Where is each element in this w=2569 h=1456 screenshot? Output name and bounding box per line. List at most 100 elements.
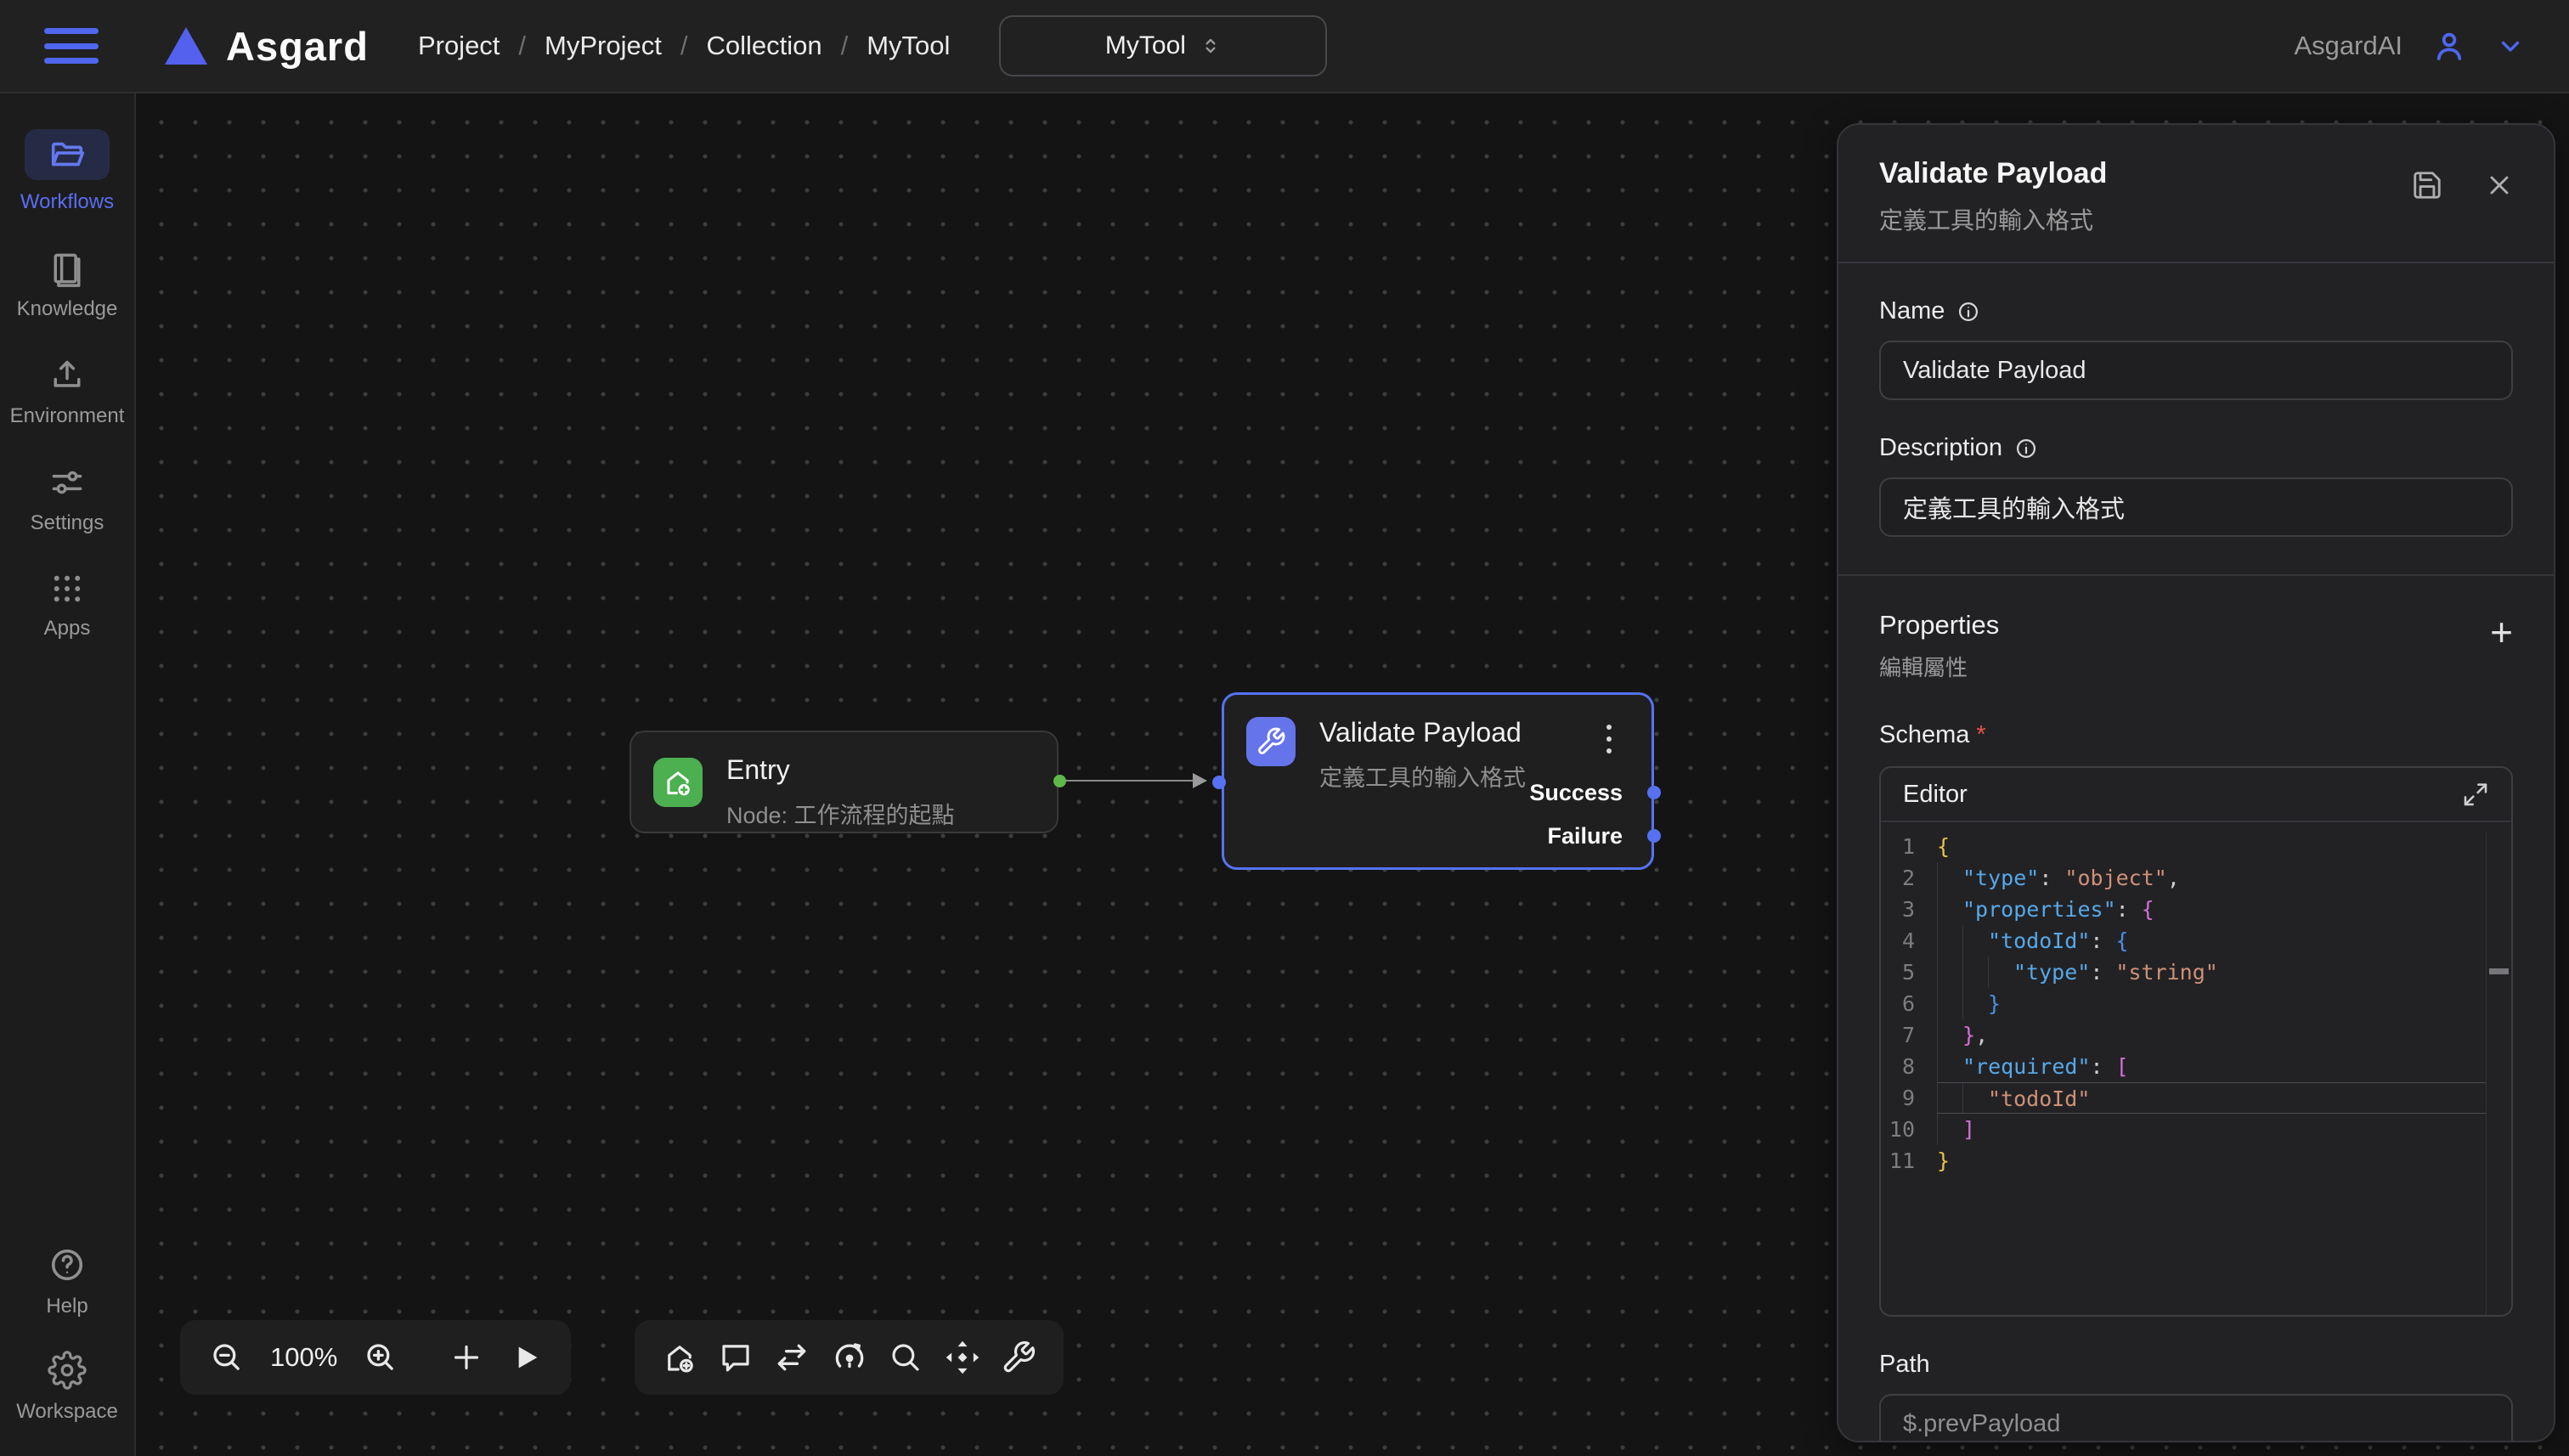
- sidebar-item-settings[interactable]: Settings: [3, 464, 131, 535]
- validate-node-icon: [1246, 717, 1296, 766]
- zoom-level[interactable]: 100%: [270, 1342, 337, 1373]
- schema-editor: Editor 1{2"type": "object",3"properties"…: [1879, 766, 2513, 1317]
- panel-body: Name Validate Payload Description 定義工具的輸…: [1838, 263, 2554, 1442]
- node-menu-kebab-icon[interactable]: [1592, 719, 1626, 759]
- properties-title: Properties: [1879, 610, 1999, 641]
- close-icon[interactable]: [2484, 170, 2515, 200]
- code-line-11[interactable]: 11}: [1881, 1145, 2511, 1177]
- panel-divider: [1838, 574, 2554, 576]
- edge-arrowhead-icon: [1193, 773, 1207, 788]
- code-line-8[interactable]: 8"required": [: [1881, 1051, 2511, 1082]
- node-entry[interactable]: Entry Node: 工作流程的起點: [630, 731, 1059, 833]
- pan-move-button[interactable]: [944, 1339, 981, 1376]
- book-icon: [48, 250, 86, 287]
- validate-failure-port[interactable]: [1647, 829, 1661, 843]
- breadcrumb-mytool[interactable]: MyTool: [867, 31, 950, 61]
- sidebar-item-environment[interactable]: Environment: [3, 357, 131, 428]
- info-icon[interactable]: [1956, 300, 1980, 324]
- description-input[interactable]: 定義工具的輸入格式: [1879, 477, 2513, 537]
- validate-success-port[interactable]: [1647, 786, 1661, 799]
- zoom-in-icon: [363, 1340, 398, 1375]
- run-workflow-button[interactable]: [509, 1340, 543, 1374]
- description-field-label: Description: [1879, 434, 2513, 462]
- breadcrumb-collection[interactable]: Collection: [706, 31, 822, 61]
- name-field-label: Name: [1879, 297, 2513, 325]
- app-root: Asgard Project / MyProject / Collection …: [0, 0, 2569, 1456]
- sidebar-item-workspace[interactable]: Workspace: [3, 1351, 131, 1424]
- properties-subtitle: 編輯屬性: [1879, 651, 1999, 682]
- sidebar-item-label: Environment: [10, 404, 125, 428]
- user-avatar-icon[interactable]: [2431, 28, 2467, 64]
- zoom-in-button[interactable]: [363, 1340, 398, 1375]
- app-logo[interactable]: Asgard: [165, 23, 369, 70]
- account-chevron-down-icon[interactable]: [2496, 31, 2525, 60]
- code-line-5[interactable]: 5"type": "string": [1881, 957, 2511, 988]
- editor-scrollbar-thumb[interactable]: [2489, 968, 2509, 974]
- sidebar-item-workflows[interactable]: Workflows: [3, 129, 131, 214]
- auto-layout-button[interactable]: [831, 1339, 868, 1376]
- code-line-2[interactable]: 2"type": "object",: [1881, 862, 2511, 894]
- zoom-out-icon: [209, 1340, 245, 1375]
- tool-selector[interactable]: MyTool: [999, 15, 1327, 76]
- code-line-4[interactable]: 4"todoId": {: [1881, 925, 2511, 957]
- gear-icon: [48, 1351, 87, 1390]
- sidebar-item-label: Workspace: [16, 1400, 118, 1424]
- sidebar-item-help[interactable]: Help: [3, 1245, 131, 1318]
- house-plus-icon: [662, 766, 694, 799]
- node-tools-button[interactable]: [1001, 1340, 1036, 1375]
- logo-text: Asgard: [226, 23, 369, 70]
- port-label-success: Success: [1529, 780, 1623, 806]
- upload-icon: [48, 357, 86, 394]
- sliders-icon: [48, 464, 86, 501]
- breadcrumb-separator: /: [680, 31, 688, 61]
- node-validate-payload[interactable]: Validate Payload 定義工具的輸入格式 Success Failu…: [1222, 692, 1654, 870]
- code-line-10[interactable]: 10]: [1881, 1114, 2511, 1145]
- code-line-6[interactable]: 6}: [1881, 988, 2511, 1019]
- code-line-1[interactable]: 1{: [1881, 831, 2511, 862]
- sidebar-item-label: Workflows: [20, 190, 114, 214]
- panel-header: Validate Payload 定義工具的輸入格式: [1838, 125, 2554, 263]
- sidebar-item-knowledge[interactable]: Knowledge: [3, 250, 131, 321]
- add-property-button[interactable]: +: [2490, 615, 2513, 649]
- entry-output-port[interactable]: [1053, 775, 1066, 787]
- breadcrumb-myproject[interactable]: MyProject: [545, 31, 662, 61]
- hamburger-menu-icon[interactable]: [44, 28, 99, 64]
- user-label: AsgardAI: [2294, 31, 2402, 61]
- move-diamond-icon: [944, 1339, 981, 1376]
- zoom-out-button[interactable]: [209, 1340, 245, 1375]
- sidebar-item-label: Help: [46, 1295, 88, 1318]
- node-config-panel: Validate Payload 定義工具的輸入格式 Name Validate…: [1837, 123, 2555, 1442]
- info-icon[interactable]: [2014, 437, 2038, 460]
- node-title: Validate Payload: [1319, 717, 1522, 748]
- swap-connections-button[interactable]: [773, 1339, 810, 1376]
- comment-tool-button[interactable]: [718, 1340, 754, 1375]
- required-marker: *: [1976, 721, 1985, 748]
- expand-icon[interactable]: [2462, 781, 2489, 808]
- path-input[interactable]: $.prevPayload: [1879, 1394, 2513, 1442]
- grid-icon: [49, 571, 85, 607]
- sidebar-item-apps[interactable]: Apps: [3, 571, 131, 641]
- node-title: Entry: [726, 754, 790, 786]
- breadcrumb-project[interactable]: Project: [418, 31, 500, 61]
- editor-scrollbar[interactable]: [2486, 832, 2511, 1315]
- edge-entry-to-validate[interactable]: [1065, 780, 1198, 782]
- add-node-button[interactable]: [449, 1340, 483, 1374]
- zoom-toolbar: 100%: [180, 1320, 571, 1395]
- validate-input-port[interactable]: [1212, 776, 1226, 789]
- sidebar-item-label: Apps: [44, 617, 91, 641]
- editor-code[interactable]: 1{2"type": "object",3"properties": {4"to…: [1881, 822, 2511, 1317]
- save-icon[interactable]: [2411, 169, 2443, 201]
- add-entry-node-button[interactable]: [662, 1340, 697, 1375]
- folder-icon: [48, 135, 87, 174]
- code-line-3[interactable]: 3"properties": {: [1881, 894, 2511, 925]
- sidebar: Workflows Knowledge Environment Settings…: [0, 93, 136, 1456]
- breadcrumb-separator: /: [841, 31, 849, 61]
- code-line-9[interactable]: 9"todoId": [1881, 1082, 2511, 1114]
- comment-icon: [718, 1340, 754, 1375]
- code-line-7[interactable]: 7},: [1881, 1019, 2511, 1051]
- topbar-right: AsgardAI: [2294, 28, 2525, 64]
- name-input[interactable]: Validate Payload: [1879, 341, 2513, 400]
- schema-label: Schema*: [1879, 721, 2513, 749]
- search-icon: [888, 1340, 923, 1375]
- search-canvas-button[interactable]: [888, 1340, 923, 1375]
